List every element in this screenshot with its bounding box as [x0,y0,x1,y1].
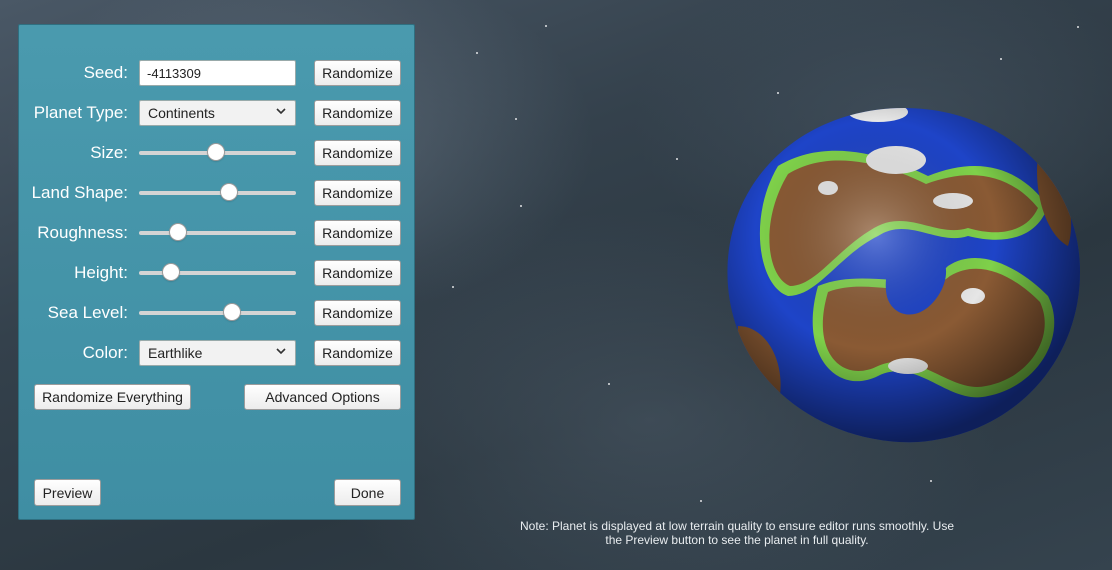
roughness-slider-thumb[interactable] [170,224,187,240]
color-label: Color: [82,343,128,362]
randomize-size-button[interactable]: Randomize [314,140,401,166]
planet-type-label: Planet Type: [33,103,128,122]
size-slider[interactable] [139,140,296,166]
seed-row: Seed: -4113309 Randomize [19,60,416,86]
chevron-down-icon [275,105,287,120]
size-label: Size: [90,143,128,162]
height-slider-thumb[interactable] [162,264,179,280]
quality-note: Note: Planet is displayed at low terrain… [520,519,954,547]
sea-level-slider-track [139,311,296,315]
randomize-seed-button[interactable]: Randomize [314,60,401,86]
randomize-planet-type-button[interactable]: Randomize [314,100,401,126]
planet-type-dropdown[interactable]: Continents [139,100,296,126]
randomize-everything-button[interactable]: Randomize Everything [34,384,191,410]
preview-button[interactable]: Preview [34,479,101,506]
planet-type-selected-value: Continents [148,105,215,121]
sea-level-slider[interactable] [139,300,296,326]
sea-level-row: Sea Level: Randomize [19,300,416,326]
roughness-row: Roughness: Randomize [19,220,416,246]
done-button[interactable]: Done [334,479,401,506]
randomize-sea-level-button[interactable]: Randomize [314,300,401,326]
randomize-color-button[interactable]: Randomize [314,340,401,366]
roughness-label: Roughness: [37,223,128,242]
land-shape-slider-thumb[interactable] [220,184,237,200]
roughness-slider-track [139,231,296,235]
color-row: Color: Earthlike Randomize [19,340,416,366]
land-shape-slider-track [139,191,296,195]
land-shape-label: Land Shape: [31,183,128,202]
land-shape-row: Land Shape: Randomize [19,180,416,206]
sea-level-label: Sea Level: [47,303,128,322]
chevron-down-icon [275,345,287,360]
roughness-slider[interactable] [139,220,296,246]
planet-type-row: Planet Type: Continents Randomize [19,100,416,126]
randomize-roughness-button[interactable]: Randomize [314,220,401,246]
size-row: Size: Randomize [19,140,416,166]
color-selected-value: Earthlike [148,345,203,361]
height-slider[interactable] [139,260,296,286]
advanced-options-button[interactable]: Advanced Options [244,384,401,410]
randomize-land-shape-button[interactable]: Randomize [314,180,401,206]
height-label: Height: [74,263,128,282]
seed-label: Seed: [83,63,128,82]
size-slider-thumb[interactable] [208,144,225,160]
sea-level-slider-thumb[interactable] [223,304,240,320]
seed-input[interactable]: -4113309 [139,60,296,86]
randomize-height-button[interactable]: Randomize [314,260,401,286]
height-row: Height: Randomize [19,260,416,286]
planet-settings-panel: Seed: -4113309 Randomize Planet Type: Contin… [18,24,415,520]
land-shape-slider[interactable] [139,180,296,206]
planet-preview [718,96,1090,448]
color-dropdown[interactable]: Earthlike [139,340,296,366]
